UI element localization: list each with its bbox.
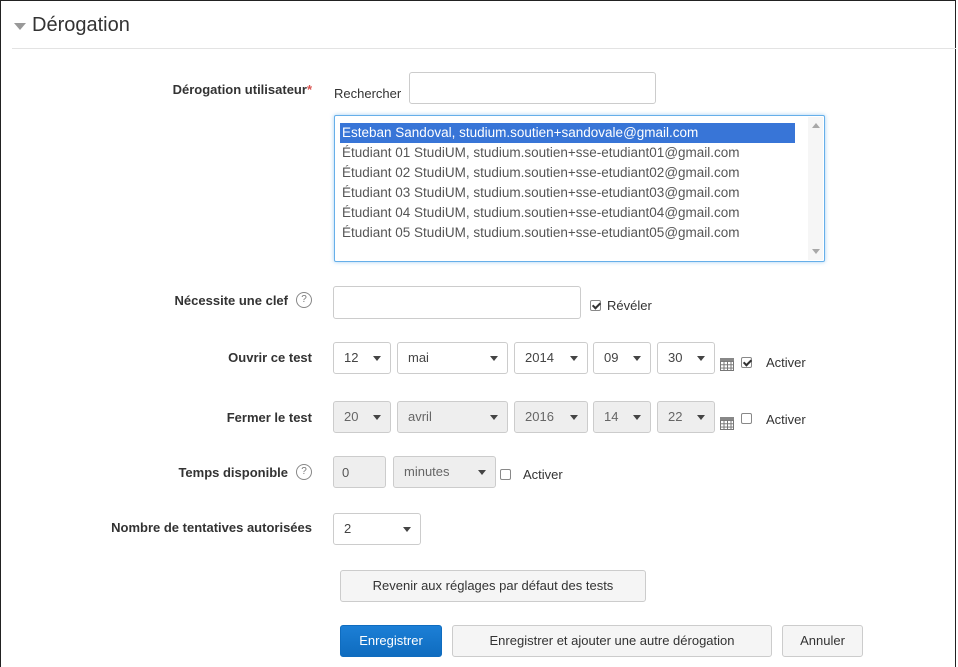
- time-limit-enable-checkbox[interactable]: [500, 469, 511, 480]
- search-input[interactable]: [409, 72, 656, 104]
- close-hour-select[interactable]: 14: [593, 401, 651, 433]
- section-title: Dérogation: [32, 14, 130, 36]
- open-day-select[interactable]: 12: [333, 342, 391, 374]
- calendar-icon[interactable]: [720, 358, 734, 371]
- chevron-down-icon: [478, 470, 486, 475]
- required-mark: *: [306, 82, 312, 97]
- calendar-icon[interactable]: [720, 417, 734, 430]
- chevron-down-icon: [490, 415, 498, 420]
- open-enable-checkbox[interactable]: [741, 357, 752, 368]
- chevron-down-icon: [570, 415, 578, 420]
- search-label: Rechercher: [334, 86, 402, 101]
- chevron-down-icon: [633, 415, 641, 420]
- open-month-select[interactable]: mai: [397, 342, 508, 374]
- save-button[interactable]: Enregistrer: [340, 625, 442, 657]
- chevron-down-icon: [373, 415, 381, 420]
- open-year-select[interactable]: 2014: [514, 342, 588, 374]
- close-month-select[interactable]: avril: [397, 401, 508, 433]
- chevron-down-icon: [373, 356, 381, 361]
- collapse-triangle-icon[interactable]: [14, 23, 26, 30]
- reveal-label: Révéler: [607, 298, 652, 313]
- user-listbox[interactable]: Esteban Sandoval, studium.soutien+sandov…: [334, 115, 825, 262]
- chevron-down-icon: [633, 356, 641, 361]
- close-year-select[interactable]: 2016: [514, 401, 588, 433]
- time-limit-label: Temps disponible?: [178, 464, 312, 480]
- list-item[interactable]: Étudiant 01 StudiUM, studium.soutien+sse…: [340, 143, 742, 163]
- open-enable-label: Activer: [766, 355, 806, 370]
- open-minute-select[interactable]: 30: [657, 342, 715, 374]
- list-item[interactable]: Esteban Sandoval, studium.soutien+sandov…: [340, 123, 795, 143]
- chevron-down-icon: [697, 415, 705, 420]
- password-label: Nécessite une clef?: [175, 292, 312, 308]
- section-header[interactable]: Dérogation: [14, 14, 130, 37]
- list-item[interactable]: Étudiant 03 StudiUM, studium.soutien+sse…: [340, 183, 742, 203]
- chevron-down-icon: [403, 527, 411, 532]
- attempts-select[interactable]: 2: [333, 513, 421, 545]
- close-quiz-label: Fermer le test: [226, 410, 312, 425]
- time-limit-enable-label: Activer: [523, 467, 563, 482]
- cancel-button[interactable]: Annuler: [782, 625, 863, 657]
- close-enable-checkbox[interactable]: [741, 413, 752, 424]
- time-unit-select[interactable]: minutes: [393, 456, 496, 488]
- save-and-add-button[interactable]: Enregistrer et ajouter une autre dérogat…: [452, 625, 772, 657]
- section-divider: [12, 48, 956, 49]
- revert-defaults-button[interactable]: Revenir aux réglages par défaut des test…: [340, 570, 646, 602]
- close-minute-select[interactable]: 22: [657, 401, 715, 433]
- scroll-up-arrow-icon[interactable]: [812, 123, 820, 128]
- attempts-label: Nombre de tentatives autorisées: [111, 520, 312, 535]
- listbox-scrollbar[interactable]: [808, 117, 823, 260]
- open-hour-select[interactable]: 09: [593, 342, 651, 374]
- chevron-down-icon: [570, 356, 578, 361]
- open-quiz-label: Ouvrir ce test: [228, 350, 312, 365]
- list-item[interactable]: Étudiant 05 StudiUM, studium.soutien+sse…: [340, 223, 742, 243]
- password-input[interactable]: [333, 286, 581, 319]
- user-override-label: Dérogation utilisateur *: [172, 82, 312, 97]
- chevron-down-icon: [490, 356, 498, 361]
- close-day-select[interactable]: 20: [333, 401, 391, 433]
- scroll-down-arrow-icon[interactable]: [812, 249, 820, 254]
- reveal-checkbox[interactable]: [590, 300, 601, 311]
- time-limit-input[interactable]: [333, 456, 386, 488]
- list-item[interactable]: Étudiant 02 StudiUM, studium.soutien+sse…: [340, 163, 742, 183]
- help-icon[interactable]: ?: [296, 464, 312, 480]
- close-enable-label: Activer: [766, 412, 806, 427]
- list-item[interactable]: Étudiant 04 StudiUM, studium.soutien+sse…: [340, 203, 742, 223]
- chevron-down-icon: [697, 356, 705, 361]
- help-icon[interactable]: ?: [296, 292, 312, 308]
